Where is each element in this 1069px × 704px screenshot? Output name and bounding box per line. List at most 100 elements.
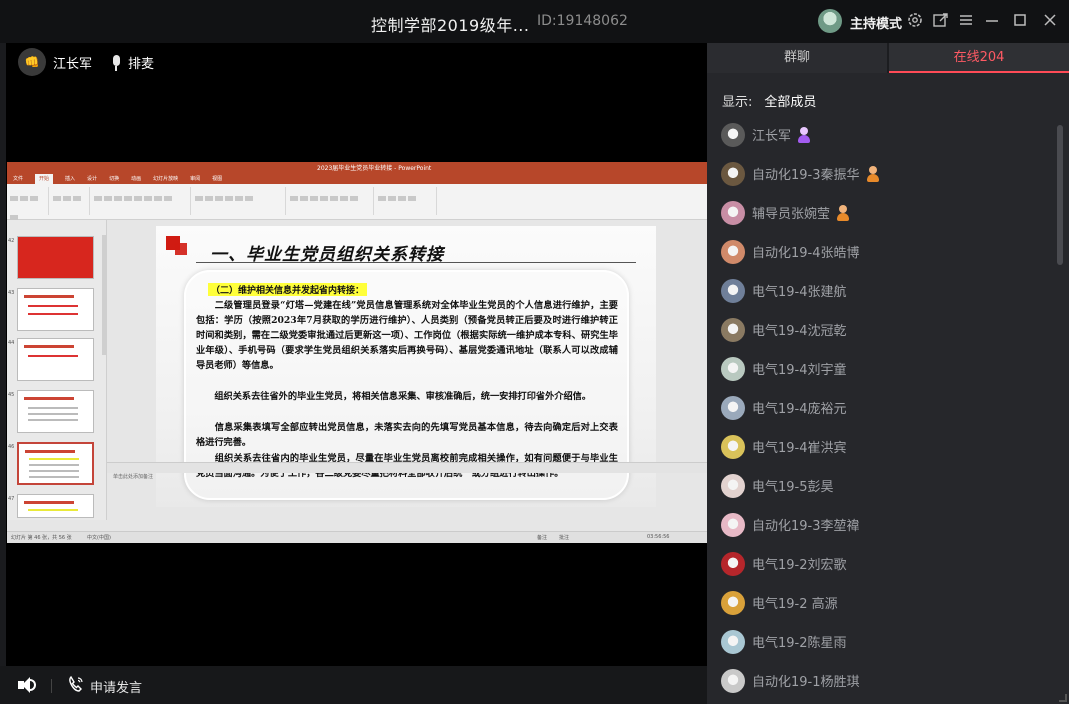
ppt-menu-item: 设计 xyxy=(87,176,98,182)
ppt-menu-item: 文件 xyxy=(13,176,24,182)
thumb-scrollbar xyxy=(102,235,106,355)
member-list-item[interactable]: 电气19-2陈星雨 xyxy=(721,622,1051,661)
slide-paragraph: 信息采集表填写全部应转出党员信息，未落实去向的先填写党员基本信息，待去向确定后对… xyxy=(196,422,618,448)
language-indicator: 中文(中国) xyxy=(87,535,111,541)
member-filter[interactable]: 显示: 全部成员 xyxy=(722,91,816,110)
member-list-item[interactable]: 自动化19-1杨胜琪 xyxy=(721,661,1051,700)
member-name: 电气19-4崔洪宾 xyxy=(752,441,847,456)
thumb-number: 45 xyxy=(8,392,15,398)
member-avatar xyxy=(721,668,745,693)
member-name: 自动化19-3秦振华 xyxy=(752,168,860,183)
filter-value[interactable]: 全部成员 xyxy=(764,95,816,110)
member-list-item[interactable]: 电气19-4刘宇童 xyxy=(721,349,1051,388)
tab-online-members[interactable]: 在线204 xyxy=(889,43,1069,73)
panel-tabs: 群聊 在线204 xyxy=(707,43,1069,73)
meeting-title: 控制学部2019级年... xyxy=(371,16,530,35)
admin-badge-icon xyxy=(836,204,850,221)
ribbon-group xyxy=(52,187,90,215)
member-list-item[interactable]: 辅导员张婉莹 xyxy=(721,193,1051,232)
member-avatar xyxy=(721,239,745,264)
close-icon[interactable] xyxy=(1040,11,1060,31)
ppt-menu-item: 动画 xyxy=(131,176,142,182)
mic-queue-button[interactable]: 排麦 xyxy=(110,53,154,72)
gear-icon[interactable] xyxy=(905,11,925,31)
hamburger-icon[interactable] xyxy=(956,11,976,31)
slide-counter: 幻灯片 第 46 张，共 56 张 xyxy=(11,535,72,541)
member-list-item[interactable]: 电气19-4崔洪宾 xyxy=(721,427,1051,466)
thumb-number: 42 xyxy=(8,238,15,244)
host-mode-label[interactable]: 主持模式 xyxy=(850,13,902,32)
slide-subheading: （二）维护相关信息并发起省内转接： xyxy=(208,283,368,296)
title-bar: 控制学部2019级年... ID:19148062 主持模式 xyxy=(0,0,1069,43)
member-list-item[interactable]: 电气19-4张建航 xyxy=(721,271,1051,310)
ppt-workspace: 42 43 44 45 46 47 一、毕业生党员组织关系转接 （二）维护相关信… xyxy=(7,220,707,520)
slide-decoration xyxy=(175,243,187,255)
member-list-item[interactable]: 自动化19-4张皓博 xyxy=(721,232,1051,271)
member-panel: 群聊 在线204 显示: 全部成员 江长军自动化19-3秦振华 辅导员张婉莹自动化1… xyxy=(707,43,1069,704)
speaker-avatar: 👊 xyxy=(18,48,46,76)
active-speaker[interactable]: 👊 江长军 xyxy=(18,47,92,77)
ppt-menu-item: 幻灯片放映 xyxy=(153,176,179,182)
member-avatar xyxy=(721,512,745,537)
member-list-scrollbar[interactable] xyxy=(1057,125,1063,265)
notes-placeholder: 单击此处添加备注 xyxy=(113,474,154,480)
member-name: 自动化19-3李堃禕 xyxy=(752,519,860,534)
slide-thumbnail-selected xyxy=(17,442,94,485)
speaker-name: 江长军 xyxy=(53,56,93,72)
ppt-menu-item: 视图 xyxy=(212,176,223,182)
member-list-item[interactable]: 电气19-2 高源 xyxy=(721,583,1051,622)
member-list-item[interactable]: 电气19-2刘宏歌 xyxy=(721,544,1051,583)
meeting-id: ID:19148062 xyxy=(537,13,628,29)
member-avatar xyxy=(721,122,745,147)
member-list-item[interactable]: 电气19-4庞裕元 xyxy=(721,388,1051,427)
member-list-item[interactable]: 电气19-5彭昊 xyxy=(721,466,1051,505)
member-name: 电气19-2 高源 xyxy=(752,597,838,612)
member-name: 辅导员张婉莹 xyxy=(752,207,831,222)
member-name: 电气19-4庞裕元 xyxy=(752,402,847,417)
slide-paragraph: 二级管理员登录“灯塔—党建在线”党员信息管理系统对全体毕业生党员的个人信息进行维… xyxy=(196,300,618,371)
request-speak-button[interactable]: 申请发言 xyxy=(90,677,142,696)
resize-handle[interactable] xyxy=(1059,694,1067,702)
ribbon-group xyxy=(377,187,437,215)
ppt-ribbon xyxy=(7,184,707,220)
phone-icon[interactable] xyxy=(67,675,85,697)
member-avatar xyxy=(721,629,745,654)
member-list-item[interactable]: 自动化19-3秦振华 xyxy=(721,154,1051,193)
notes-toggle: 备注 xyxy=(537,535,548,541)
member-name: 电气19-4刘宇童 xyxy=(752,363,847,378)
member-avatar xyxy=(721,317,745,342)
member-list: 江长军 自动化19-3秦振华 辅导员张婉莹 自动化19-4张皓博 电气19-4张建航 电气… xyxy=(721,115,1051,700)
window-edge xyxy=(0,43,6,704)
ppt-menu-item: 切换 xyxy=(109,176,120,182)
slide-divider xyxy=(196,262,636,263)
slide-thumbnail xyxy=(17,338,94,381)
member-list-item[interactable]: 江长军 xyxy=(721,115,1051,154)
maximize-icon[interactable] xyxy=(1010,11,1030,31)
member-avatar xyxy=(721,473,745,498)
ribbon-group xyxy=(93,187,191,215)
ppt-window-title: 2023届毕业生党员毕业转接 - PowerPoint xyxy=(317,165,432,172)
bottom-toolbar: 申请发言 xyxy=(0,666,707,704)
member-name: 电气19-4张建航 xyxy=(752,285,847,300)
member-name: 自动化19-1杨胜琪 xyxy=(752,675,860,690)
admin-badge-icon xyxy=(866,165,880,182)
microphone-icon xyxy=(110,54,122,71)
slide-thumbnail xyxy=(17,494,94,518)
slide-thumbnails: 42 43 44 45 46 47 xyxy=(7,220,107,520)
member-name: 电气19-4沈冠乾 xyxy=(752,324,847,339)
ribbon-group xyxy=(194,187,286,215)
shared-screen: 2023届毕业生党员毕业转接 - PowerPoint 文件 开始 插入 设计 … xyxy=(7,162,707,543)
filter-label: 显示: xyxy=(722,95,753,110)
host-avatar[interactable] xyxy=(818,9,842,33)
mic-queue-label: 排麦 xyxy=(128,57,155,72)
member-list-item[interactable]: 自动化19-3李堃禕 xyxy=(721,505,1051,544)
external-link-icon[interactable] xyxy=(931,11,951,31)
ppt-menu-bar: 文件 开始 插入 设计 切换 动画 幻灯片放映 审阅 视图 xyxy=(7,174,707,184)
minimize-icon[interactable] xyxy=(982,11,1002,31)
member-name: 江长军 xyxy=(752,129,792,144)
host-badge-icon xyxy=(797,126,811,143)
member-list-item[interactable]: 电气19-4沈冠乾 xyxy=(721,310,1051,349)
member-avatar xyxy=(721,434,745,459)
tab-group-chat[interactable]: 群聊 xyxy=(707,43,887,73)
member-avatar xyxy=(721,161,745,186)
